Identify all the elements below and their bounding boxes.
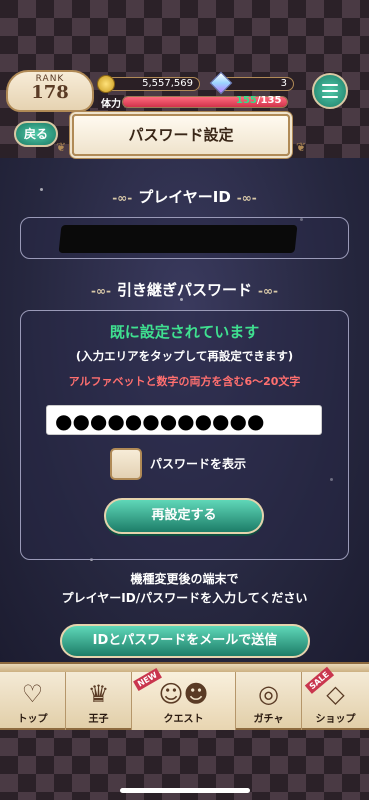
transfer-instructions: 機種変更後の端末で プレイヤーID/パスワードを入力してください bbox=[61, 572, 308, 605]
send-mail-button[interactable]: IDとパスワードをメールで送信 bbox=[60, 624, 310, 658]
player-id-heading: -∞- プレイヤーID -∞- bbox=[112, 188, 257, 206]
menu-button[interactable] bbox=[312, 73, 348, 109]
show-password-label: パスワードを表示 bbox=[150, 457, 247, 471]
menu-icon bbox=[322, 84, 338, 86]
page-title: パスワード設定 bbox=[128, 126, 234, 144]
flourish-icon: -∞- bbox=[112, 191, 133, 205]
nav-top[interactable]: ♡ トップ bbox=[0, 672, 66, 730]
nav-prince[interactable]: ♛ 王子 bbox=[66, 672, 132, 730]
rank-badge: RANK 178 bbox=[6, 70, 94, 112]
stamina-text: 155/135 bbox=[236, 95, 281, 106]
password-hint: (入力エリアをタップして再設定できます) bbox=[75, 349, 294, 363]
flourish-icon: -∞- bbox=[91, 284, 111, 298]
gacha-ring-icon: ◎ bbox=[258, 680, 279, 708]
gem-value: 3 bbox=[280, 78, 287, 89]
flourish-icon: -∞- bbox=[258, 284, 278, 298]
nav-gacha[interactable]: ◎ ガチャ bbox=[236, 672, 302, 730]
stamina-current: 155 bbox=[236, 95, 257, 106]
coin-icon bbox=[97, 75, 115, 93]
coin-value: 5,557,569 bbox=[142, 78, 193, 89]
heart-icon: ♡ bbox=[21, 680, 44, 708]
player-id-redaction bbox=[58, 225, 298, 253]
show-password-checkbox[interactable] bbox=[110, 448, 142, 480]
stamina-label: 体力 bbox=[98, 95, 124, 110]
home-indicator bbox=[120, 788, 250, 793]
gem-shop-icon: ◇ bbox=[326, 680, 345, 708]
password-input[interactable]: ●●●●●●●●●●●● bbox=[46, 405, 322, 435]
ornament-right-icon: ❦ bbox=[295, 140, 306, 154]
gem-counter[interactable]: 3 bbox=[209, 71, 294, 95]
flourish-icon: -∞- bbox=[236, 191, 257, 205]
stamina-max: /135 bbox=[256, 95, 282, 106]
coin-counter: 5,557,569 bbox=[97, 75, 200, 93]
page-title-plate: ❦ パスワード設定 ❦ bbox=[56, 114, 306, 156]
rank-value: 178 bbox=[31, 82, 69, 103]
password-heading: -∞- 引き継ぎパスワード -∞- bbox=[91, 281, 278, 299]
password-status: 既に設定されています bbox=[109, 323, 260, 341]
ornament-left-icon: ❦ bbox=[56, 140, 67, 154]
password-rule: アルファベットと数字の両方を含む6〜20文字 bbox=[68, 375, 301, 388]
quest-characters-icon: ☺☻ bbox=[158, 680, 209, 708]
reset-password-button[interactable]: 再設定する bbox=[104, 498, 264, 534]
back-button[interactable]: 戻る bbox=[14, 121, 58, 147]
crown-icon: ♛ bbox=[87, 680, 110, 708]
